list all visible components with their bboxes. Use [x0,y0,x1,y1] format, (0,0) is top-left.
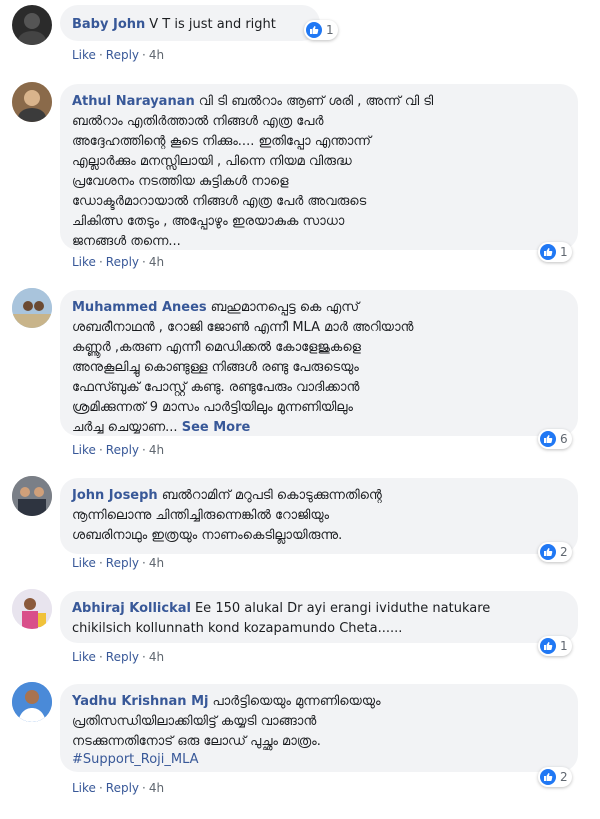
separator: · [142,255,146,269]
avatar-image [12,82,52,122]
thumbs-up-icon [540,638,556,654]
see-more-link[interactable]: See More [182,420,251,435]
reply-link[interactable]: Reply [106,781,139,795]
timestamp[interactable]: 4h [149,443,164,457]
timestamp[interactable]: 4h [149,255,164,269]
thumbs-up-icon [540,431,556,447]
comment-author[interactable]: Abhiraj Kollickal [72,601,191,616]
reaction-count[interactable]: 2 [538,767,572,787]
reaction-count[interactable]: 1 [538,636,572,656]
reaction-number: 1 [326,23,334,37]
comment-actions: Like · Reply · 4h [72,781,164,795]
reaction-number: 6 [560,432,568,446]
separator: · [142,48,146,62]
separator: · [98,650,103,664]
timestamp[interactable]: 4h [149,781,164,795]
reply-link[interactable]: Reply [106,255,139,269]
separator: · [98,556,103,570]
separator: · [98,443,103,457]
avatar[interactable] [12,82,52,122]
avatar-image [12,682,52,722]
reaction-number: 1 [560,639,568,653]
avatar[interactable] [12,589,52,629]
comment-text: വി ടി ബൽറാം ആണ് ശരി , അന്ന് വി ടി ബൽറാം … [72,94,434,249]
separator: · [98,48,103,62]
reaction-number: 2 [560,545,568,559]
comment-actions: Like · Reply · 4h [72,556,164,570]
timestamp[interactable]: 4h [149,48,164,62]
comment-author[interactable]: John Joseph [72,488,158,503]
reaction-count[interactable]: 1 [304,20,338,40]
avatar[interactable] [12,288,52,328]
comment-actions: Like · Reply · 4h [72,443,164,457]
separator: · [142,781,146,795]
separator: · [98,255,103,269]
comment-bubble: Abhiraj Kollickal Ee 150 alukal Dr ayi er… [60,591,578,643]
avatar[interactable] [12,682,52,722]
like-link[interactable]: Like [72,556,96,570]
like-link[interactable]: Like [72,48,96,62]
thumbs-up-icon [540,769,556,785]
comment-text: ബഹുമാനപ്പെട്ട കെ എസ് ശബരീനാഥൻ , റോജി ജോൺ… [72,300,414,435]
reaction-count[interactable]: 6 [538,429,572,449]
avatar[interactable] [12,5,52,45]
reply-link[interactable]: Reply [106,443,139,457]
like-link[interactable]: Like [72,443,96,457]
like-link[interactable]: Like [72,781,96,795]
comment-text: V T is just and right [149,17,276,32]
separator: · [142,443,146,457]
comment-bubble: Yadhu Krishnan Mj പാർട്ടിയെയും മുന്നണിയെയ… [60,684,578,772]
comment-author[interactable]: Yadhu Krishnan Mj [72,694,208,709]
hashtag-link[interactable]: #Support_Roji_MLA [72,752,566,767]
timestamp[interactable]: 4h [149,556,164,570]
comment-author[interactable]: Muhammed Anees [72,300,207,315]
reaction-number: 1 [560,245,568,259]
avatar[interactable] [12,476,52,516]
comment-author[interactable]: Baby John [72,17,145,32]
reply-link[interactable]: Reply [106,48,139,62]
comment-actions: Like · Reply · 4h [72,255,164,269]
avatar-image [12,288,52,328]
comment-bubble: Muhammed Anees ബഹുമാനപ്പെട്ട കെ എസ് ശബരീന… [60,290,578,436]
avatar-image [12,476,52,516]
comment-actions: Like · Reply · 4h [72,650,164,664]
like-link[interactable]: Like [72,255,96,269]
reply-link[interactable]: Reply [106,650,139,664]
comment-author[interactable]: Athul Narayanan [72,94,195,109]
comment-bubble: Athul Narayanan വി ടി ബൽറാം ആണ് ശരി , അന്… [60,84,578,250]
avatar-image [12,589,52,629]
comment-actions: Like · Reply · 4h [72,48,164,62]
thumbs-up-icon [306,22,322,38]
thumbs-up-icon [540,544,556,560]
like-link[interactable]: Like [72,650,96,664]
reply-link[interactable]: Reply [106,556,139,570]
comment-bubble: John Joseph ബൽറാമിന് മറുപടി കൊടുക്കുന്നതി… [60,478,578,554]
reaction-count[interactable]: 2 [538,542,572,562]
separator: · [98,781,103,795]
separator: · [142,650,146,664]
timestamp[interactable]: 4h [149,650,164,664]
comment-bubble: Baby John V T is just and right [60,5,320,41]
reaction-number: 2 [560,770,568,784]
reaction-count[interactable]: 1 [538,242,572,262]
separator: · [142,556,146,570]
thumbs-up-icon [540,244,556,260]
avatar-image [18,13,46,45]
